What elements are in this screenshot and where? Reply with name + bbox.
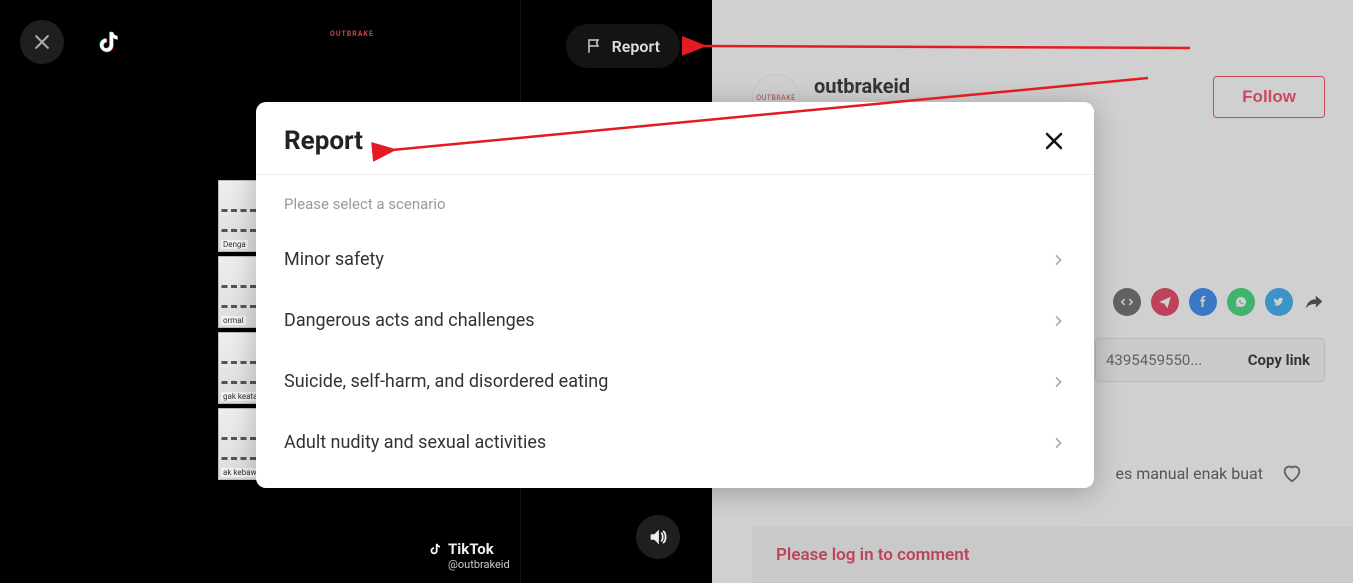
heart-icon[interactable]: [1281, 462, 1303, 484]
send-button[interactable]: [1151, 288, 1179, 316]
report-option-dangerous-acts[interactable]: Dangerous acts and challenges: [284, 290, 1066, 351]
facebook-share-button[interactable]: [1189, 288, 1217, 316]
send-icon: [1158, 295, 1172, 309]
option-label: Adult nudity and sexual activities: [284, 432, 546, 453]
video-brand-text: OUTBRAKE: [330, 30, 374, 38]
link-preview-text: 4395459550...: [1096, 351, 1234, 369]
username[interactable]: outbrakeid: [814, 74, 910, 98]
twitter-share-button[interactable]: [1265, 288, 1293, 316]
chevron-right-icon: [1050, 435, 1066, 451]
tiktok-logo[interactable]: [90, 20, 134, 64]
facebook-icon: [1196, 295, 1210, 309]
share-more-button[interactable]: [1303, 291, 1325, 313]
link-copy-box: 4395459550... Copy link: [1095, 338, 1325, 382]
report-option-adult-nudity[interactable]: Adult nudity and sexual activities: [284, 412, 1066, 473]
sound-toggle-button[interactable]: [636, 515, 680, 559]
embed-icon: [1120, 295, 1134, 309]
share-arrow-icon: [1303, 291, 1325, 313]
close-icon: [1042, 129, 1066, 153]
report-option-minor-safety[interactable]: Minor safety: [284, 229, 1066, 290]
close-video-button[interactable]: [20, 20, 64, 64]
watermark-username: @outbrakeid: [448, 558, 510, 571]
flag-icon: [586, 37, 604, 55]
sound-icon: [647, 526, 669, 548]
login-to-comment-bar[interactable]: Please log in to comment: [752, 527, 1353, 583]
modal-close-button[interactable]: [1042, 129, 1066, 153]
modal-title: Report: [284, 126, 363, 156]
copy-link-button[interactable]: Copy link: [1234, 339, 1324, 381]
whatsapp-share-button[interactable]: [1227, 288, 1255, 316]
chevron-right-icon: [1050, 313, 1066, 329]
embed-button[interactable]: [1113, 288, 1141, 316]
tiktok-icon: [430, 542, 444, 556]
twitter-icon: [1272, 295, 1286, 309]
modal-hint: Please select a scenario: [284, 195, 1066, 213]
report-button-label: Report: [612, 37, 660, 56]
comment-preview: es manual enak buat: [1115, 462, 1303, 484]
close-icon: [32, 32, 52, 52]
chevron-right-icon: [1050, 374, 1066, 390]
option-label: Suicide, self-harm, and disordered eatin…: [284, 371, 608, 392]
tiktok-watermark: TikTok @outbrakeid: [430, 540, 510, 571]
tiktok-icon: [99, 29, 125, 55]
report-modal: Report Please select a scenario Minor sa…: [256, 102, 1094, 488]
option-label: Dangerous acts and challenges: [284, 310, 535, 331]
chevron-right-icon: [1050, 252, 1066, 268]
option-label: Minor safety: [284, 249, 384, 270]
report-button[interactable]: Report: [566, 24, 680, 68]
share-row: [1113, 288, 1325, 316]
comment-text: es manual enak buat: [1115, 464, 1263, 483]
watermark-brand: TikTok: [448, 540, 494, 558]
whatsapp-icon: [1234, 295, 1248, 309]
follow-button[interactable]: Follow: [1213, 76, 1325, 118]
report-option-self-harm[interactable]: Suicide, self-harm, and disordered eatin…: [284, 351, 1066, 412]
